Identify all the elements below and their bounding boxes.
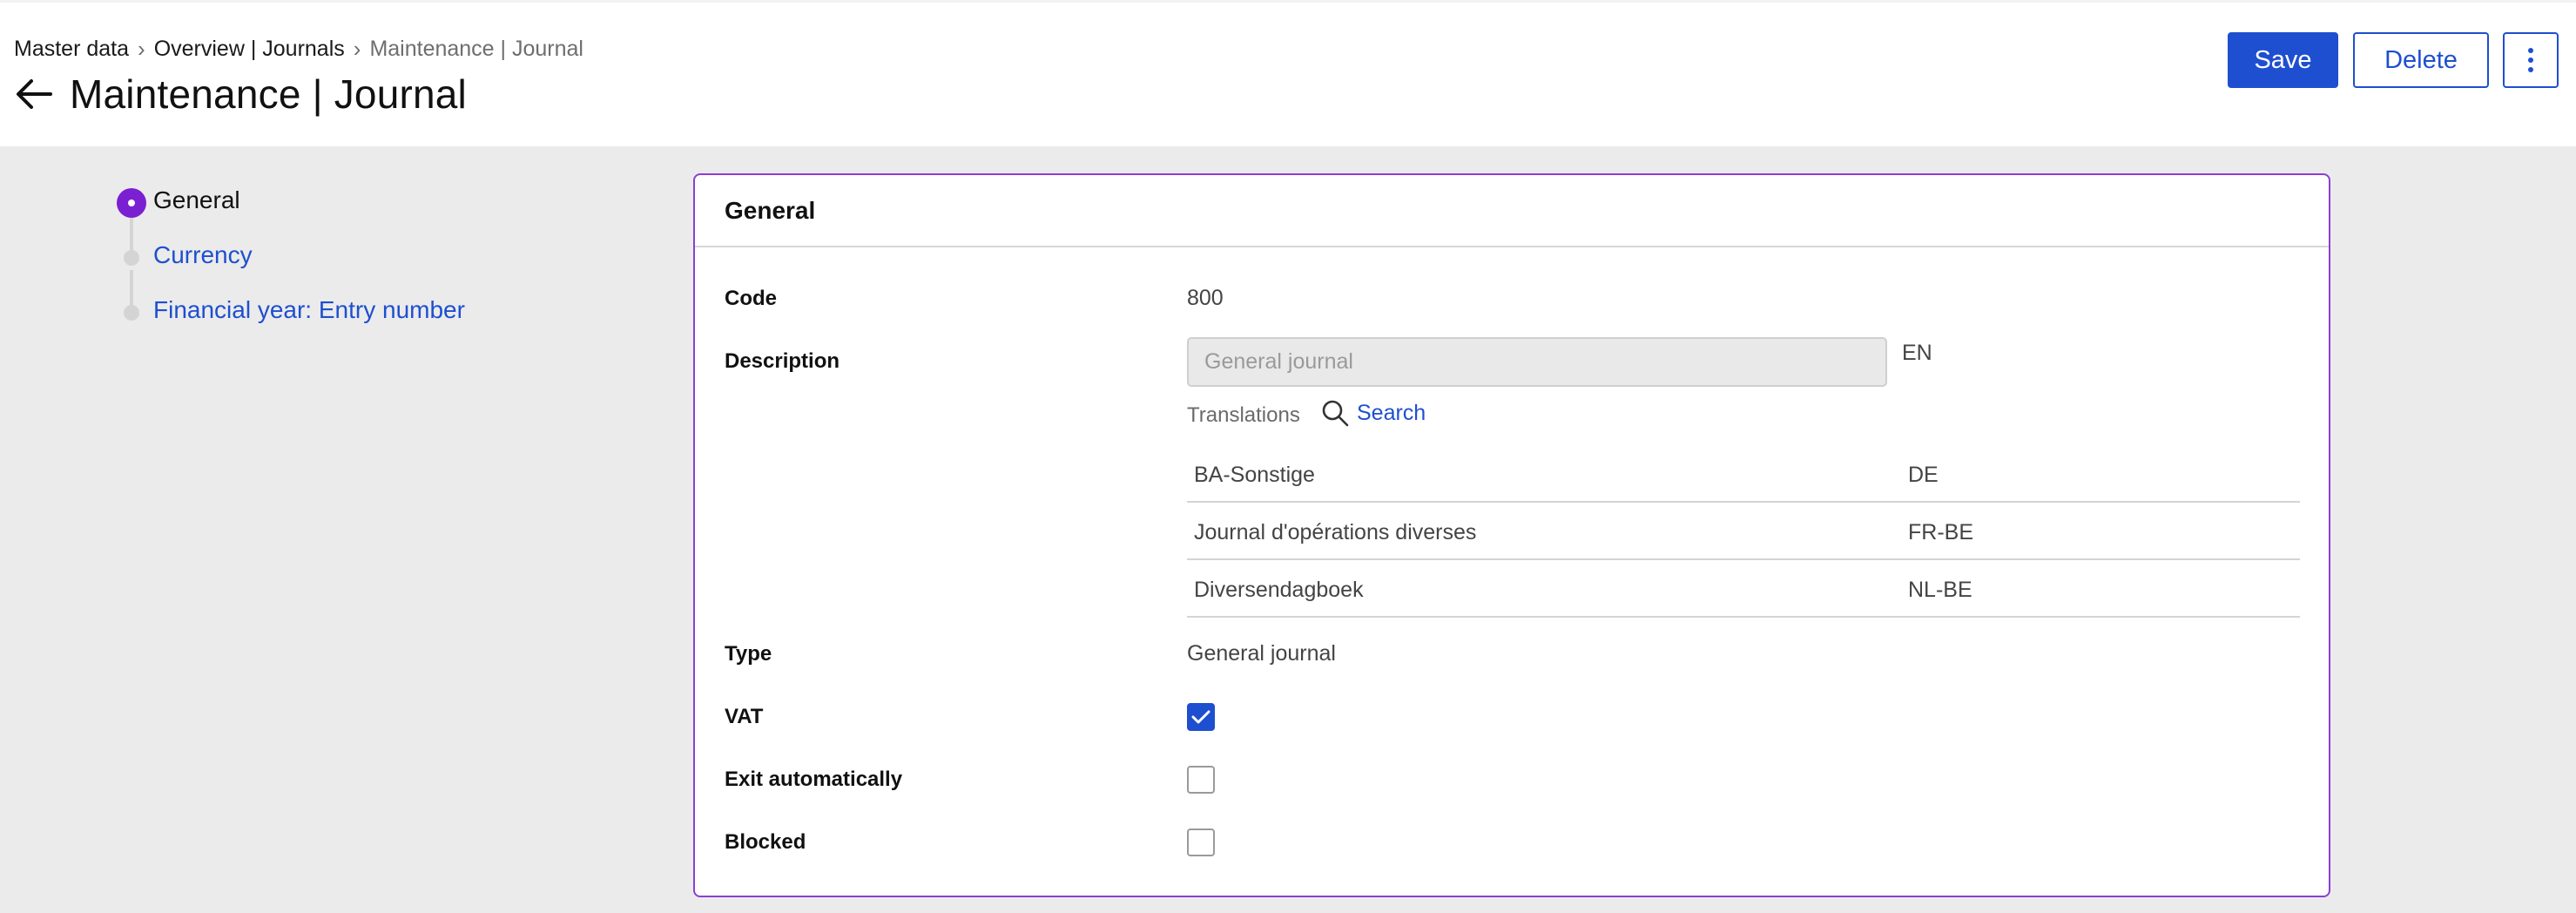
translations-table: BA-Sonstige DE Journal d'opérations dive… [1187, 445, 2300, 618]
step-label: General [153, 186, 240, 213]
save-button[interactable]: Save [2228, 32, 2338, 88]
vertical-ellipsis-icon [2528, 48, 2533, 72]
page-title: Maintenance | Journal [70, 71, 467, 117]
breadcrumb: Master data › Overview | Journals › Main… [14, 36, 583, 63]
step-indicator-icon [124, 250, 139, 266]
type-label: Type [725, 642, 772, 666]
search-link-label: Search [1357, 400, 1426, 425]
active-step-indicator-icon [117, 188, 146, 218]
step-label: Financial year: Entry number [153, 296, 465, 323]
general-card: General Code 800 Description EN Translat… [693, 173, 2330, 897]
vat-checkbox[interactable] [1187, 703, 1215, 731]
type-value: General journal [1187, 641, 1336, 666]
page-header: Master data › Overview | Journals › Main… [0, 0, 2576, 146]
exit-automatically-checkbox[interactable] [1187, 766, 1215, 794]
description-language: EN [1902, 341, 1932, 365]
blocked-checkbox[interactable] [1187, 828, 1215, 856]
translation-text: Diversendagboek [1194, 578, 1364, 602]
step-label: Currency [153, 241, 253, 268]
card-header: General [695, 175, 2329, 247]
code-value: 800 [1187, 286, 1224, 310]
blocked-label: Blocked [725, 830, 806, 854]
exit-automatically-label: Exit automatically [725, 768, 903, 791]
translation-language: FR-BE [1908, 520, 1973, 544]
description-input[interactable] [1187, 337, 1887, 387]
translation-text: Journal d'opérations diverses [1194, 520, 1477, 544]
delete-button[interactable]: Delete [2353, 32, 2489, 88]
translation-language: NL-BE [1908, 578, 1972, 602]
step-indicator-icon [124, 305, 139, 321]
translations-search-button[interactable]: Search [1320, 398, 1426, 428]
card-title: General [725, 196, 816, 224]
translations-label: Translations [1187, 403, 1300, 427]
breadcrumb-current: Maintenance | Journal [369, 37, 583, 61]
table-row: Journal d'opérations diverses FR-BE [1187, 503, 2300, 560]
table-row: BA-Sonstige DE [1187, 445, 2300, 503]
translation-language: DE [1908, 463, 1939, 487]
more-options-button[interactable] [2503, 32, 2559, 88]
translation-text: BA-Sonstige [1194, 463, 1315, 487]
vat-label: VAT [725, 705, 764, 728]
description-label: Description [725, 349, 840, 373]
search-icon [1322, 400, 1349, 427]
code-label: Code [725, 287, 777, 310]
breadcrumb-master-data[interactable]: Master data [14, 37, 129, 62]
back-arrow-icon[interactable] [12, 72, 56, 116]
checkmark-icon [1191, 710, 1210, 724]
breadcrumb-separator: › [353, 36, 361, 62]
breadcrumb-separator: › [138, 36, 145, 62]
breadcrumb-overview-journals[interactable]: Overview | Journals [154, 37, 345, 62]
table-row: Diversendagboek NL-BE [1187, 560, 2300, 618]
